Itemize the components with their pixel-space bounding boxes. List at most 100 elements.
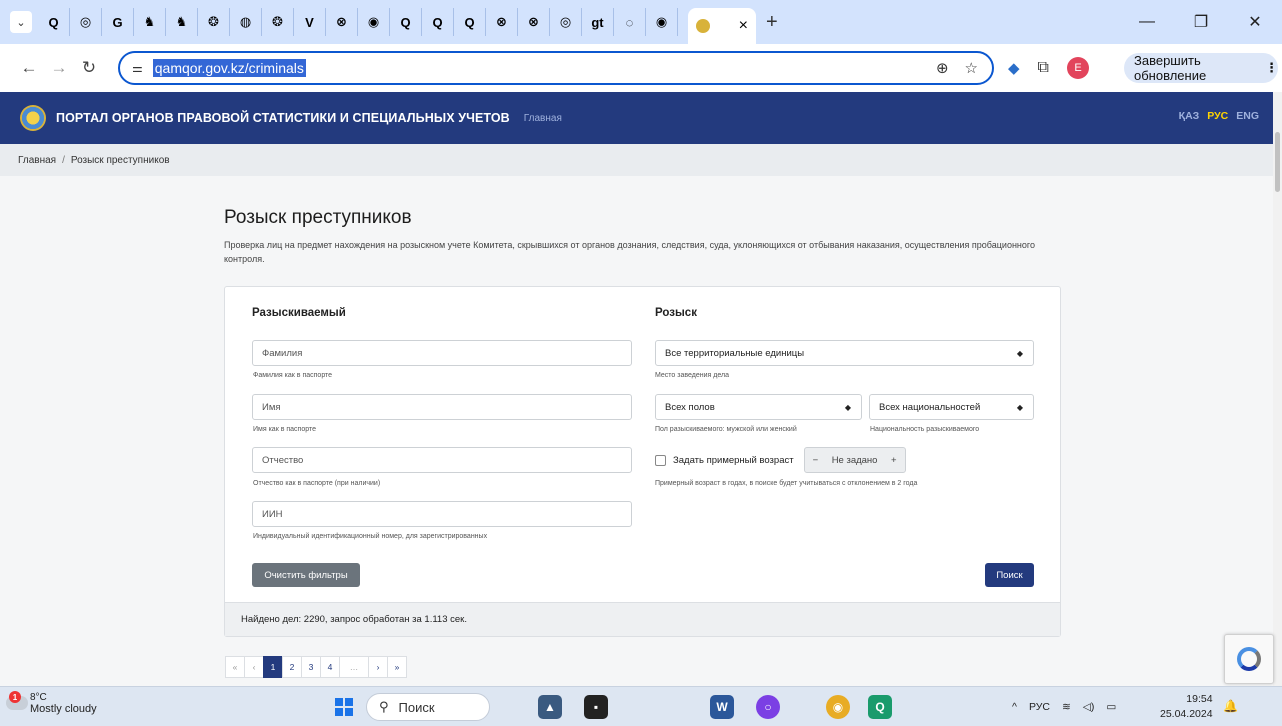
taskbar-app-icon[interactable]: Q	[868, 695, 892, 719]
bookmark-star-icon[interactable]: ☆	[965, 59, 978, 77]
browser-tab[interactable]: ◎	[70, 8, 102, 36]
wanted-section-title: Разыскиваемый	[252, 307, 346, 319]
age-checkbox[interactable]	[655, 454, 666, 466]
patronymic-input[interactable]: Отчество	[252, 447, 632, 473]
browser-tab[interactable]: ⊗	[326, 8, 358, 36]
extension-icon[interactable]: ◆	[1008, 59, 1020, 77]
territory-select[interactable]: Все территориальные единицы ◆	[655, 340, 1034, 366]
volume-icon[interactable]: ◁)	[1083, 701, 1095, 713]
browser-tab[interactable]: ◉	[646, 8, 678, 36]
new-tab-button[interactable]: +	[766, 11, 778, 34]
more-menu-icon[interactable]: ⋮	[1265, 60, 1278, 76]
browser-tab[interactable]: ◍	[230, 8, 262, 36]
zoom-icon[interactable]: ⊕	[936, 59, 949, 77]
tray-lang[interactable]: РУС	[1029, 701, 1050, 713]
clock[interactable]: 19:54 25.04.2024	[1160, 692, 1213, 722]
emblem-logo[interactable]	[20, 105, 46, 131]
clear-filters-button[interactable]: Очистить фильтры	[252, 563, 360, 587]
taskbar-search[interactable]: ⚲ Поиск	[366, 693, 490, 721]
gender-select[interactable]: Всех полов ◆	[655, 394, 862, 420]
page-2-button[interactable]: 2	[282, 656, 302, 678]
age-plus-button[interactable]: +	[891, 455, 897, 466]
start-windows-icon[interactable]	[335, 698, 353, 716]
reload-icon[interactable]: ↻	[74, 58, 104, 78]
recaptcha-badge[interactable]	[1224, 634, 1274, 684]
browser-tab[interactable]: ❂	[262, 8, 294, 36]
nationality-select[interactable]: Всех национальностей ◆	[869, 394, 1034, 420]
browser-tab[interactable]: ♞	[134, 8, 166, 36]
iin-input[interactable]: ИИН	[252, 501, 632, 527]
page-last-button[interactable]: »	[387, 656, 407, 678]
search-button[interactable]: Поиск	[985, 563, 1034, 587]
notification-bell-icon[interactable]: 🔔	[1223, 699, 1238, 713]
select-caret-icon: ◆	[1016, 402, 1023, 412]
nav-home-link[interactable]: Главная	[524, 113, 562, 124]
page-3-button[interactable]: 3	[301, 656, 321, 678]
tray-chevron-icon[interactable]: ^	[1012, 701, 1017, 713]
page-4-button[interactable]: 4	[320, 656, 340, 678]
lang-kaz[interactable]: ҚАЗ	[1179, 110, 1200, 122]
result-summary: Найдено дел: 2290, запрос обработан за 1…	[225, 602, 1060, 636]
chrome-icon[interactable]: ◉	[826, 695, 850, 719]
browser-tab[interactable]: ❂	[198, 8, 230, 36]
age-value: Не задано	[831, 454, 878, 466]
address-bar[interactable]: ⚌ qamqor.gov.kz/criminals ⊕ ☆	[118, 51, 994, 85]
breadcrumb-separator: /	[62, 154, 65, 166]
lang-rus[interactable]: РУС	[1207, 110, 1228, 122]
taskbar-app-icon[interactable]: ○	[756, 695, 780, 719]
page-first-button[interactable]: «	[225, 656, 245, 678]
page-1-button[interactable]: 1	[263, 656, 283, 678]
browser-tab[interactable]: ⊗	[518, 8, 550, 36]
browser-tab[interactable]: ⊗	[486, 8, 518, 36]
page-next-button[interactable]: ›	[368, 656, 388, 678]
window-controls: — ❐ ✕	[1120, 0, 1282, 44]
age-minus-button[interactable]: −	[813, 455, 819, 466]
minimize-icon[interactable]: —	[1120, 13, 1174, 31]
surname-input[interactable]: Фамилия	[252, 340, 632, 366]
extensions-puzzle-icon[interactable]: ⧉	[1038, 59, 1049, 77]
language-switcher: ҚАЗ РУС ENG	[1179, 110, 1259, 122]
tab-search-icon[interactable]: ⌄	[10, 11, 32, 33]
close-window-icon[interactable]: ✕	[1228, 12, 1282, 32]
browser-tab[interactable]: Q	[454, 8, 486, 36]
scrollbar-thumb[interactable]	[1275, 132, 1280, 192]
weather-widget[interactable]: 1 8°C Mostly cloudy	[6, 691, 97, 715]
name-input[interactable]: Имя	[252, 394, 632, 420]
restore-icon[interactable]: ❐	[1174, 12, 1228, 32]
select-caret-icon: ◆	[844, 402, 851, 412]
browser-tab[interactable]: ♞	[166, 8, 198, 36]
page-prev-button[interactable]: ‹	[244, 656, 264, 678]
age-stepper[interactable]: − Не задано +	[803, 447, 906, 473]
forward-icon[interactable]: →	[44, 58, 74, 78]
age-label[interactable]: Задать примерный возраст	[673, 455, 794, 466]
portal-title[interactable]: ПОРТАЛ ОРГАНОВ ПРАВОВОЙ СТАТИСТИКИ И СПЕ…	[56, 111, 510, 125]
battery-icon[interactable]: ▭	[1106, 701, 1116, 713]
browser-tab[interactable]: Q	[422, 8, 454, 36]
update-button[interactable]: Завершить обновление ⋮	[1124, 53, 1278, 83]
site-info-icon[interactable]: ⚌	[132, 61, 143, 75]
browser-toolbar: ← → ↻ ⚌ qamqor.gov.kz/criminals ⊕ ☆ ◆ ⧉ …	[0, 44, 1282, 92]
url-text[interactable]: qamqor.gov.kz/criminals	[152, 59, 306, 77]
taskbar-app-icon[interactable]: ▲	[538, 695, 562, 719]
browser-tab[interactable]: Q	[38, 8, 70, 36]
lang-eng[interactable]: ENG	[1236, 110, 1259, 122]
browser-tab[interactable]: G	[102, 8, 134, 36]
browser-tab[interactable]: ◎	[550, 8, 582, 36]
profile-avatar[interactable]: E	[1066, 57, 1089, 79]
weather-badge: 1	[9, 691, 21, 703]
close-tab-icon[interactable]: ×	[739, 17, 748, 35]
update-label: Завершить обновление	[1134, 53, 1207, 83]
browser-tab[interactable]: ◌	[614, 8, 646, 36]
taskbar-app-icon[interactable]: ▪	[584, 695, 608, 719]
wifi-icon[interactable]: ≋	[1062, 701, 1071, 713]
browser-tab[interactable]: V	[294, 8, 326, 36]
page-title: Розыск преступников	[224, 207, 412, 228]
active-tab[interactable]: ×	[688, 8, 756, 44]
breadcrumb-home[interactable]: Главная	[18, 155, 56, 166]
browser-tab[interactable]: ◉	[358, 8, 390, 36]
word-icon[interactable]: W	[710, 695, 734, 719]
browser-tab[interactable]: gt	[582, 8, 614, 36]
browser-tab[interactable]: Q	[390, 8, 422, 36]
back-icon[interactable]: ←	[14, 58, 44, 78]
page-scrollbar[interactable]	[1273, 92, 1282, 686]
